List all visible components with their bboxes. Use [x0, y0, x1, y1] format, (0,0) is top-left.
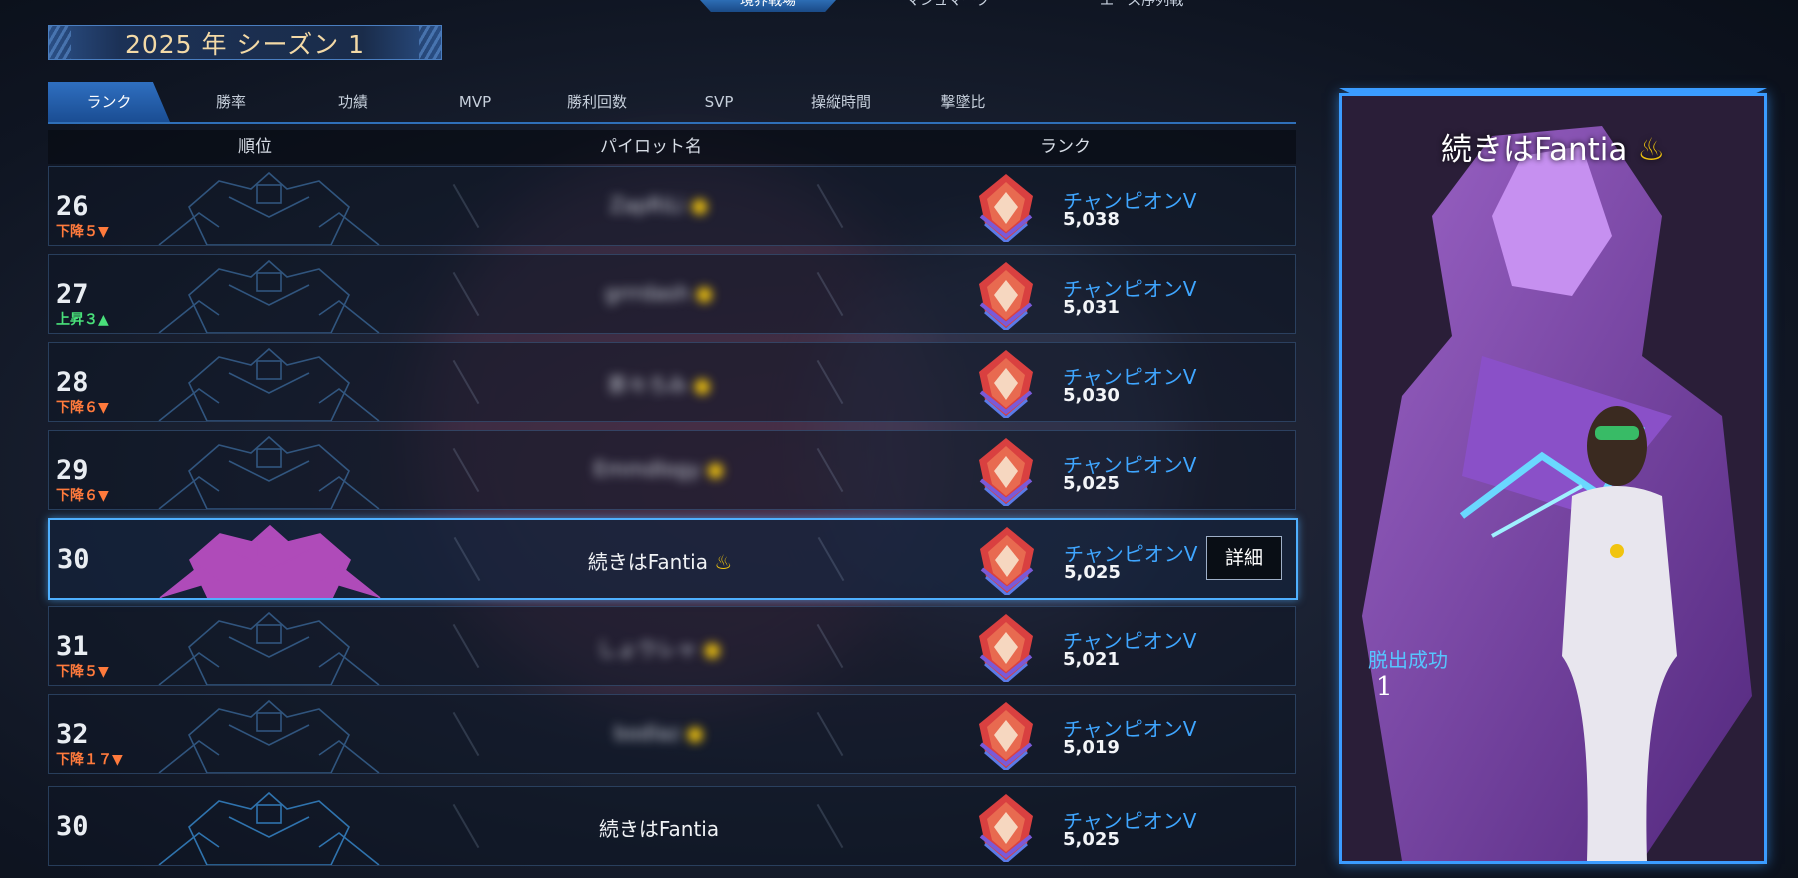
- tab-achievement[interactable]: 功績: [292, 82, 414, 122]
- tab-mvp[interactable]: MVP: [414, 82, 536, 122]
- rank-change: 下降６▼: [56, 488, 109, 504]
- rank-change: 下降１７▼: [56, 752, 123, 768]
- table-row[interactable]: 32 下降１７▼ bodlaz ● チャンピオンV 5,019: [48, 694, 1296, 774]
- faction-badge-icon: ♨: [1637, 132, 1666, 168]
- rank-points: 5,038: [1063, 209, 1120, 230]
- table-row[interactable]: 26 下降５▼ ZapRiLi ● チャンピオンV 5,038: [48, 166, 1296, 246]
- rank-change: 下降６▼: [56, 400, 109, 416]
- rank-points: 5,025: [1063, 829, 1120, 850]
- pilot-name: ZapRiLi: [609, 193, 685, 217]
- rank-change: 下降５▼: [56, 664, 109, 680]
- rank-points: 5,031: [1063, 297, 1120, 318]
- escape-success-label: 脱出成功: [1368, 648, 1448, 672]
- rank-change: 上昇３▲: [56, 312, 109, 328]
- mech-thumbnail: [158, 791, 380, 865]
- champion-rank-emblem-icon: [979, 174, 1033, 242]
- mech-thumbnail: [158, 611, 380, 685]
- rank-number: 27: [56, 279, 89, 310]
- champion-rank-emblem-icon: [979, 794, 1033, 862]
- rank-number: 31: [56, 631, 89, 662]
- pilot-name-cell: 続きはFantia ♨: [440, 546, 880, 575]
- profile-card[interactable]: 続きはFantia ♨ 脱出成功 1: [1339, 93, 1767, 864]
- mech-thumbnail: [158, 435, 380, 509]
- tab-pilot-time[interactable]: 操縦時間: [780, 82, 902, 122]
- table-row[interactable]: 29 下降６▼ Emmdlogy ● チャンピオンV 5,025: [48, 430, 1296, 510]
- tab-svp[interactable]: SVP: [658, 82, 780, 122]
- pilot-name-cell: Emmdlogy ●: [439, 457, 879, 481]
- rank-points: 5,025: [1063, 473, 1120, 494]
- table-row[interactable]: 27 上昇３▲ grrrdash ● チャンピオンV 5,031: [48, 254, 1296, 334]
- table-row[interactable]: 28 下降６▼ 茶々ろみ ● チャンピオンV 5,030: [48, 342, 1296, 422]
- pilot-name-cell: bodlaz ●: [439, 721, 879, 745]
- tab-win-rate[interactable]: 勝率: [170, 82, 292, 122]
- table-header: 順位 パイロット名 ランク: [48, 130, 1296, 164]
- rank-number: 32: [56, 719, 89, 750]
- champion-rank-emblem-icon: [979, 438, 1033, 506]
- pilot-badge-icon: ●: [686, 721, 704, 745]
- pilot-name: しょウレャ: [597, 637, 698, 661]
- top-tab-1[interactable]: マシュマーク: [866, 0, 1030, 12]
- table-row[interactable]: 31 下降５▼ しょウレャ ● チャンピオンV 5,021: [48, 606, 1296, 686]
- season-banner: 2025 年 シーズン 1: [48, 25, 442, 60]
- rank-number: 28: [56, 367, 89, 398]
- rank-number: 30: [56, 811, 89, 842]
- champion-rank-emblem-icon: [979, 350, 1033, 418]
- mech-pilot-art: [1342, 96, 1764, 861]
- detail-button[interactable]: 詳細: [1206, 536, 1282, 580]
- champion-rank-emblem-icon: [980, 527, 1034, 595]
- pilot-badge-icon: ●: [706, 457, 725, 481]
- pilot-name: Emmdlogy: [593, 457, 701, 481]
- pilot-name-cell: grrrdash ●: [439, 281, 879, 305]
- champion-rank-emblem-icon: [979, 262, 1033, 330]
- pilot-badge-icon: ♨: [714, 550, 733, 574]
- pilot-name-cell: 続きはFantia: [439, 813, 879, 842]
- pilot-name-cell: ZapRiLi ●: [439, 193, 879, 217]
- pilot-name: 茶々ろみ: [607, 373, 688, 397]
- tab-kill-ratio[interactable]: 撃墜比: [902, 82, 1024, 122]
- profile-name: 続きはFantia: [1440, 132, 1628, 168]
- rank-number: 30: [57, 544, 90, 575]
- col-tier-header: ランク: [1040, 137, 1091, 157]
- col-rank-header: 順位: [238, 137, 272, 157]
- pilot-name: bodlaz: [614, 721, 681, 745]
- champion-rank-emblem-icon: [979, 702, 1033, 770]
- rank-points: 5,019: [1063, 737, 1120, 758]
- pilot-name: grrrdash: [604, 281, 690, 305]
- rank-change: 下降５▼: [56, 224, 109, 240]
- mech-thumbnail: [158, 259, 380, 333]
- rank-points: 5,021: [1063, 649, 1120, 670]
- rank-points: 5,025: [1064, 562, 1121, 583]
- pilot-badge-icon: ●: [695, 281, 714, 305]
- champion-rank-emblem-icon: [979, 614, 1033, 682]
- top-mode-nav: 境界戦場 マシュマーク エース序列戦: [700, 0, 1223, 12]
- mech-thumbnail: [158, 347, 380, 421]
- season-label: 2025 年 シーズン 1: [124, 29, 366, 59]
- top-tab-0[interactable]: 境界戦場: [700, 0, 836, 12]
- ranking-tabs: ランク 勝率 功績 MVP 勝利回数 SVP 操縦時間 撃墜比: [48, 82, 1296, 124]
- pilot-badge-icon: ●: [703, 637, 721, 661]
- mech-thumbnail: [158, 699, 380, 773]
- pilot-name: 続きはFantia: [587, 550, 708, 574]
- rank-points: 5,030: [1063, 385, 1120, 406]
- pilot-name-cell: 茶々ろみ ●: [439, 369, 879, 398]
- col-pilot-header: パイロット名: [600, 137, 702, 157]
- pilot-name-cell: しょウレャ ●: [439, 633, 879, 662]
- table-row-self[interactable]: 30 続きはFantia ♨ チャンピオンV 5,025 詳細: [48, 518, 1298, 600]
- pilot-name: 続きはFantia: [598, 817, 720, 841]
- mech-thumbnail: [159, 524, 381, 598]
- profile-name-row: 続きはFantia ♨: [1342, 124, 1764, 169]
- pilot-badge-icon: ●: [693, 373, 711, 397]
- mech-thumbnail: [158, 171, 380, 245]
- tab-wins[interactable]: 勝利回数: [536, 82, 658, 122]
- rank-number: 29: [56, 455, 89, 486]
- rank-number: 26: [56, 191, 89, 222]
- escape-success-value: 1: [1376, 672, 1393, 702]
- tab-rank[interactable]: ランク: [48, 82, 170, 122]
- table-row[interactable]: 30 続きはFantia チャンピオンV 5,025: [48, 786, 1296, 866]
- pilot-badge-icon: ●: [690, 193, 709, 217]
- top-tab-2[interactable]: エース序列戦: [1060, 0, 1223, 12]
